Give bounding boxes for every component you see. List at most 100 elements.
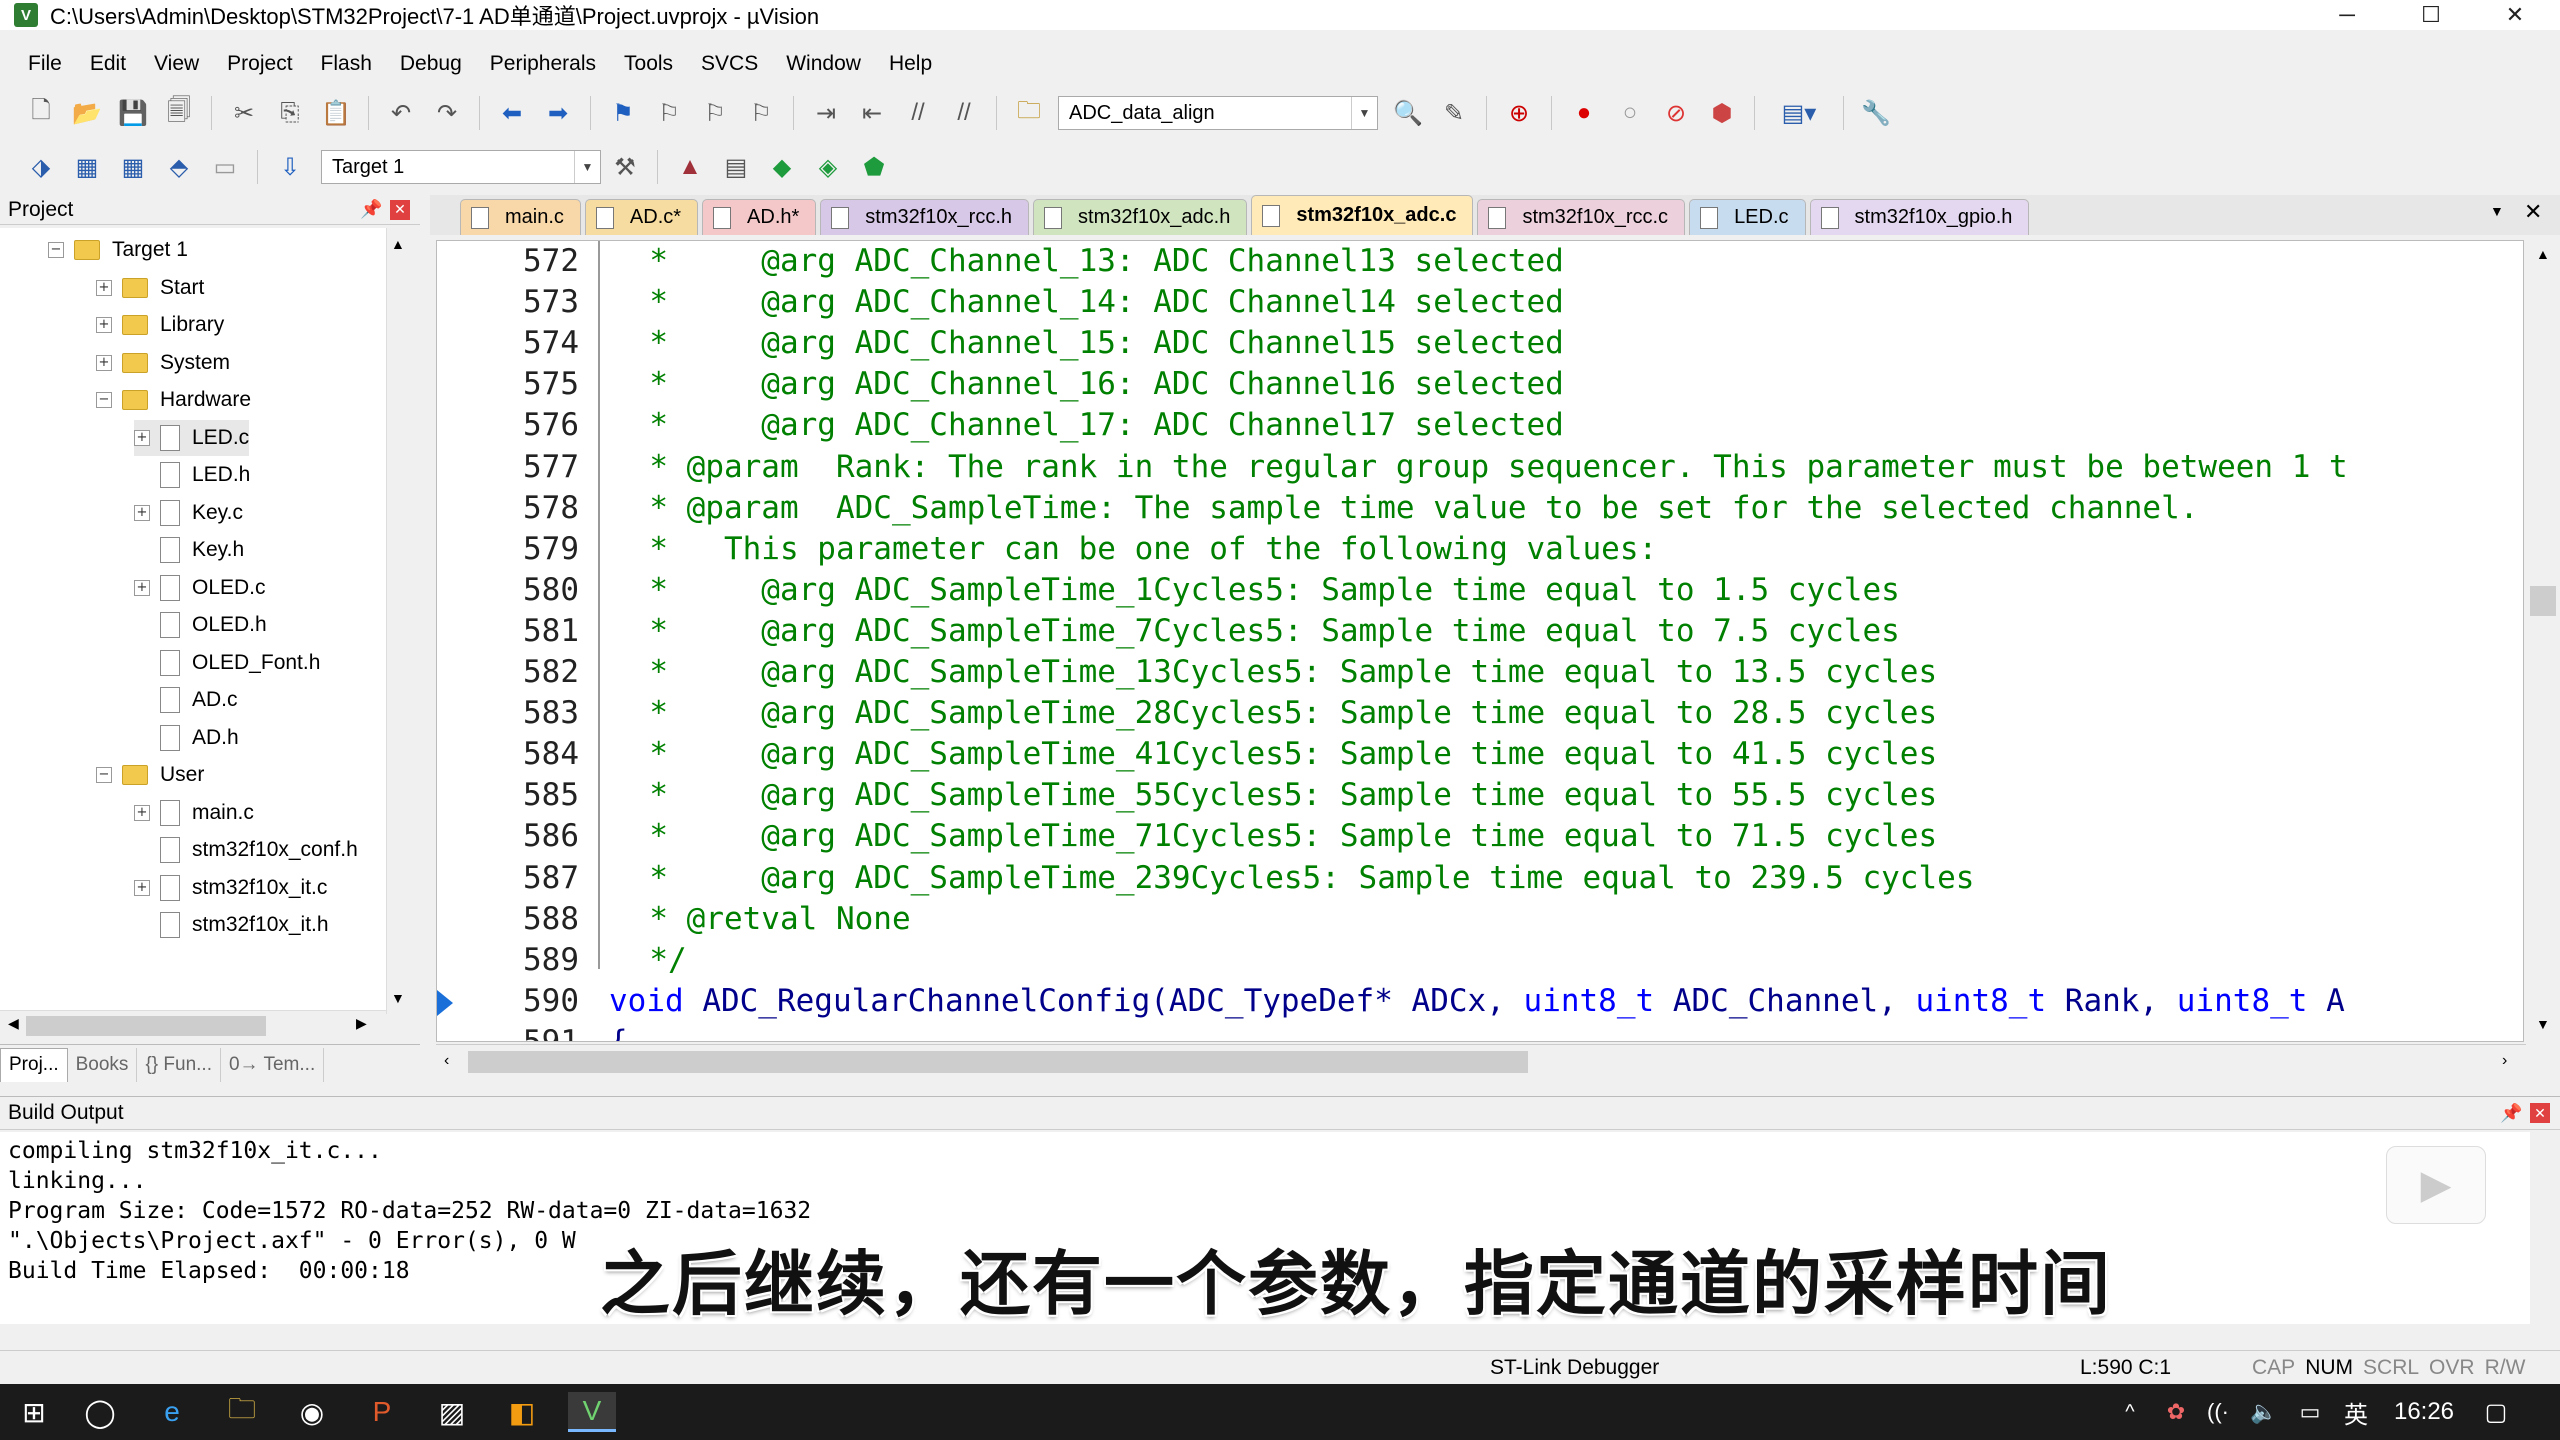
tree-expander-icon[interactable]: − (48, 242, 64, 258)
project-tree-horizontal-scrollbar[interactable]: ◀ ▶ (0, 1010, 386, 1040)
build-output-scrollbar[interactable] (2530, 1132, 2560, 1324)
close-icon[interactable]: ✕ (390, 199, 410, 220)
tree-expander-icon[interactable]: + (134, 429, 150, 446)
paste-icon[interactable]: 📋 (318, 95, 354, 131)
cut-icon[interactable]: ✂ (226, 95, 262, 131)
menu-window[interactable]: Window (772, 52, 875, 76)
find-in-files-icon[interactable]: 🗀 (1011, 95, 1047, 131)
copy-icon[interactable]: ⎘ (272, 95, 308, 131)
file-explorer-icon[interactable]: 🗀 (222, 1392, 262, 1432)
save-all-icon[interactable]: 🗐 (161, 95, 197, 131)
clock[interactable]: 16:26 (2384, 1392, 2464, 1432)
tree-item[interactable]: OLED.h (134, 607, 267, 643)
editor-tab[interactable]: stm32f10x_adc.c (1251, 195, 1474, 235)
volume-icon[interactable]: 🔈 (2244, 1392, 2284, 1432)
next-bookmark-icon[interactable]: ⚐ (697, 95, 733, 131)
navigate-back-icon[interactable]: ⬅ (494, 95, 530, 131)
tree-expander-icon[interactable]: + (134, 879, 150, 896)
comment-icon[interactable]: // (900, 95, 936, 131)
batch-build-icon[interactable]: ⬘ (161, 149, 197, 185)
tree-expander-icon[interactable]: + (96, 317, 112, 333)
editor-tab[interactable]: AD.c* (584, 199, 699, 235)
project-panel-tab[interactable]: {} Fun... (137, 1047, 221, 1082)
breakpoint-icon[interactable]: ● (1566, 95, 1602, 131)
menu-file[interactable]: File (14, 52, 76, 76)
tree-item[interactable]: − Target 1 (48, 232, 188, 268)
uvision-taskbar-icon[interactable]: V (568, 1392, 616, 1432)
editor-tab[interactable]: AD.h* (702, 199, 817, 235)
tray-chevron-up-icon[interactable]: ^ (2110, 1392, 2150, 1432)
save-icon[interactable]: 💾 (115, 95, 151, 131)
uncomment-icon[interactable]: // (946, 95, 982, 131)
new-file-icon[interactable]: 🗋 (23, 95, 59, 131)
manage-multi-project-icon[interactable]: ▤ (718, 149, 754, 185)
menu-edit[interactable]: Edit (76, 52, 140, 76)
tree-expander-icon[interactable]: + (96, 354, 112, 371)
scroll-thumb[interactable] (468, 1051, 1528, 1073)
pin-icon[interactable]: 📌 (360, 199, 382, 220)
pin-icon[interactable]: 📌 (2500, 1103, 2522, 1124)
stop-build-icon[interactable]: ▭ (207, 149, 243, 185)
edge-browser-icon[interactable]: e (152, 1392, 192, 1432)
run-time-environment-icon[interactable]: ◈ (810, 149, 846, 185)
project-panel-tab[interactable]: 0→ Tem... (221, 1047, 325, 1082)
tree-item[interactable]: AD.c (134, 682, 238, 718)
recorder-app-icon[interactable]: ◧ (502, 1392, 542, 1432)
menu-peripherals[interactable]: Peripherals (476, 52, 610, 76)
target-options-icon[interactable]: ⚒ (607, 149, 643, 185)
ime-indicator[interactable]: 英 (2336, 1392, 2376, 1432)
maximize-button[interactable]: ☐ (2390, 0, 2472, 30)
chevron-down-icon[interactable]: ▼ (1351, 97, 1377, 129)
chevron-down-icon[interactable]: ▼ (574, 151, 600, 183)
tray-app-icon[interactable]: ✿ (2156, 1392, 2196, 1432)
scroll-down-icon[interactable]: ▼ (2536, 1016, 2550, 1032)
editor-horizontal-scrollbar[interactable]: ‹ › (436, 1044, 2526, 1078)
editor-tab[interactable]: main.c (460, 199, 581, 235)
close-tab-icon[interactable]: ✕ (2524, 199, 2542, 225)
menu-flash[interactable]: Flash (307, 52, 386, 76)
translate-icon[interactable]: ⬗ (23, 149, 59, 185)
disable-all-breakpoints-icon[interactable]: ⊘ (1658, 95, 1694, 131)
prev-bookmark-icon[interactable]: ⚐ (651, 95, 687, 131)
menu-view[interactable]: View (140, 52, 213, 76)
tree-item[interactable]: + stm32f10x_it.c (134, 870, 327, 906)
scroll-up-icon[interactable]: ▲ (391, 236, 405, 252)
camera-app-icon[interactable]: ◉ (292, 1392, 332, 1432)
scroll-left-icon[interactable]: ‹ (444, 1052, 449, 1070)
tree-item[interactable]: + LED.c (134, 419, 250, 456)
tree-expander-icon[interactable]: + (134, 504, 150, 521)
tree-item[interactable]: stm32f10x_conf.h (134, 832, 358, 868)
redo-icon[interactable]: ↷ (429, 95, 465, 131)
menu-project[interactable]: Project (213, 52, 306, 76)
menu-debug[interactable]: Debug (386, 52, 476, 76)
search-icon[interactable]: ◯ (80, 1392, 120, 1432)
tree-expander-icon[interactable]: + (134, 804, 150, 821)
close-icon[interactable]: ✕ (2530, 1103, 2550, 1123)
tree-item[interactable]: + Library (96, 307, 224, 343)
scroll-right-icon[interactable]: ▶ (356, 1015, 367, 1032)
find-combo[interactable]: ADC_data_align ▼ (1058, 96, 1378, 130)
kill-all-breakpoints-icon[interactable]: ⬢ (1704, 95, 1740, 131)
tree-expander-icon[interactable]: − (96, 392, 112, 408)
clear-bookmarks-icon[interactable]: ⚐ (743, 95, 779, 131)
open-folder-icon[interactable]: 📂 (69, 95, 105, 131)
tree-item[interactable]: OLED_Font.h (134, 645, 320, 681)
tree-item[interactable]: AD.h (134, 720, 239, 756)
editor-tab[interactable]: LED.c (1689, 199, 1806, 235)
undo-icon[interactable]: ↶ (383, 95, 419, 131)
tree-expander-icon[interactable]: − (96, 767, 112, 783)
code-editor[interactable]: 572 * @arg ADC_Channel_13: ADC Channel13… (436, 240, 2524, 1042)
tree-item[interactable]: stm32f10x_it.h (134, 907, 329, 943)
video-play-icon[interactable]: ▶ (2386, 1146, 2486, 1224)
disable-breakpoint-icon[interactable]: ○ (1612, 95, 1648, 131)
minimize-button[interactable]: ─ (2306, 0, 2388, 30)
tree-item[interactable]: + Key.c (134, 495, 243, 531)
select-packs-icon[interactable]: ◆ (764, 149, 800, 185)
project-panel-tab[interactable]: Books (68, 1047, 138, 1082)
tree-expander-icon[interactable]: + (134, 579, 150, 596)
unindent-icon[interactable]: ⇤ (854, 95, 890, 131)
editor-tab[interactable]: stm32f10x_rcc.h (820, 199, 1030, 235)
scroll-thumb[interactable] (2530, 586, 2556, 616)
photos-app-icon[interactable]: ▨ (432, 1392, 472, 1432)
windows-start-icon[interactable]: ⊞ (14, 1392, 54, 1432)
